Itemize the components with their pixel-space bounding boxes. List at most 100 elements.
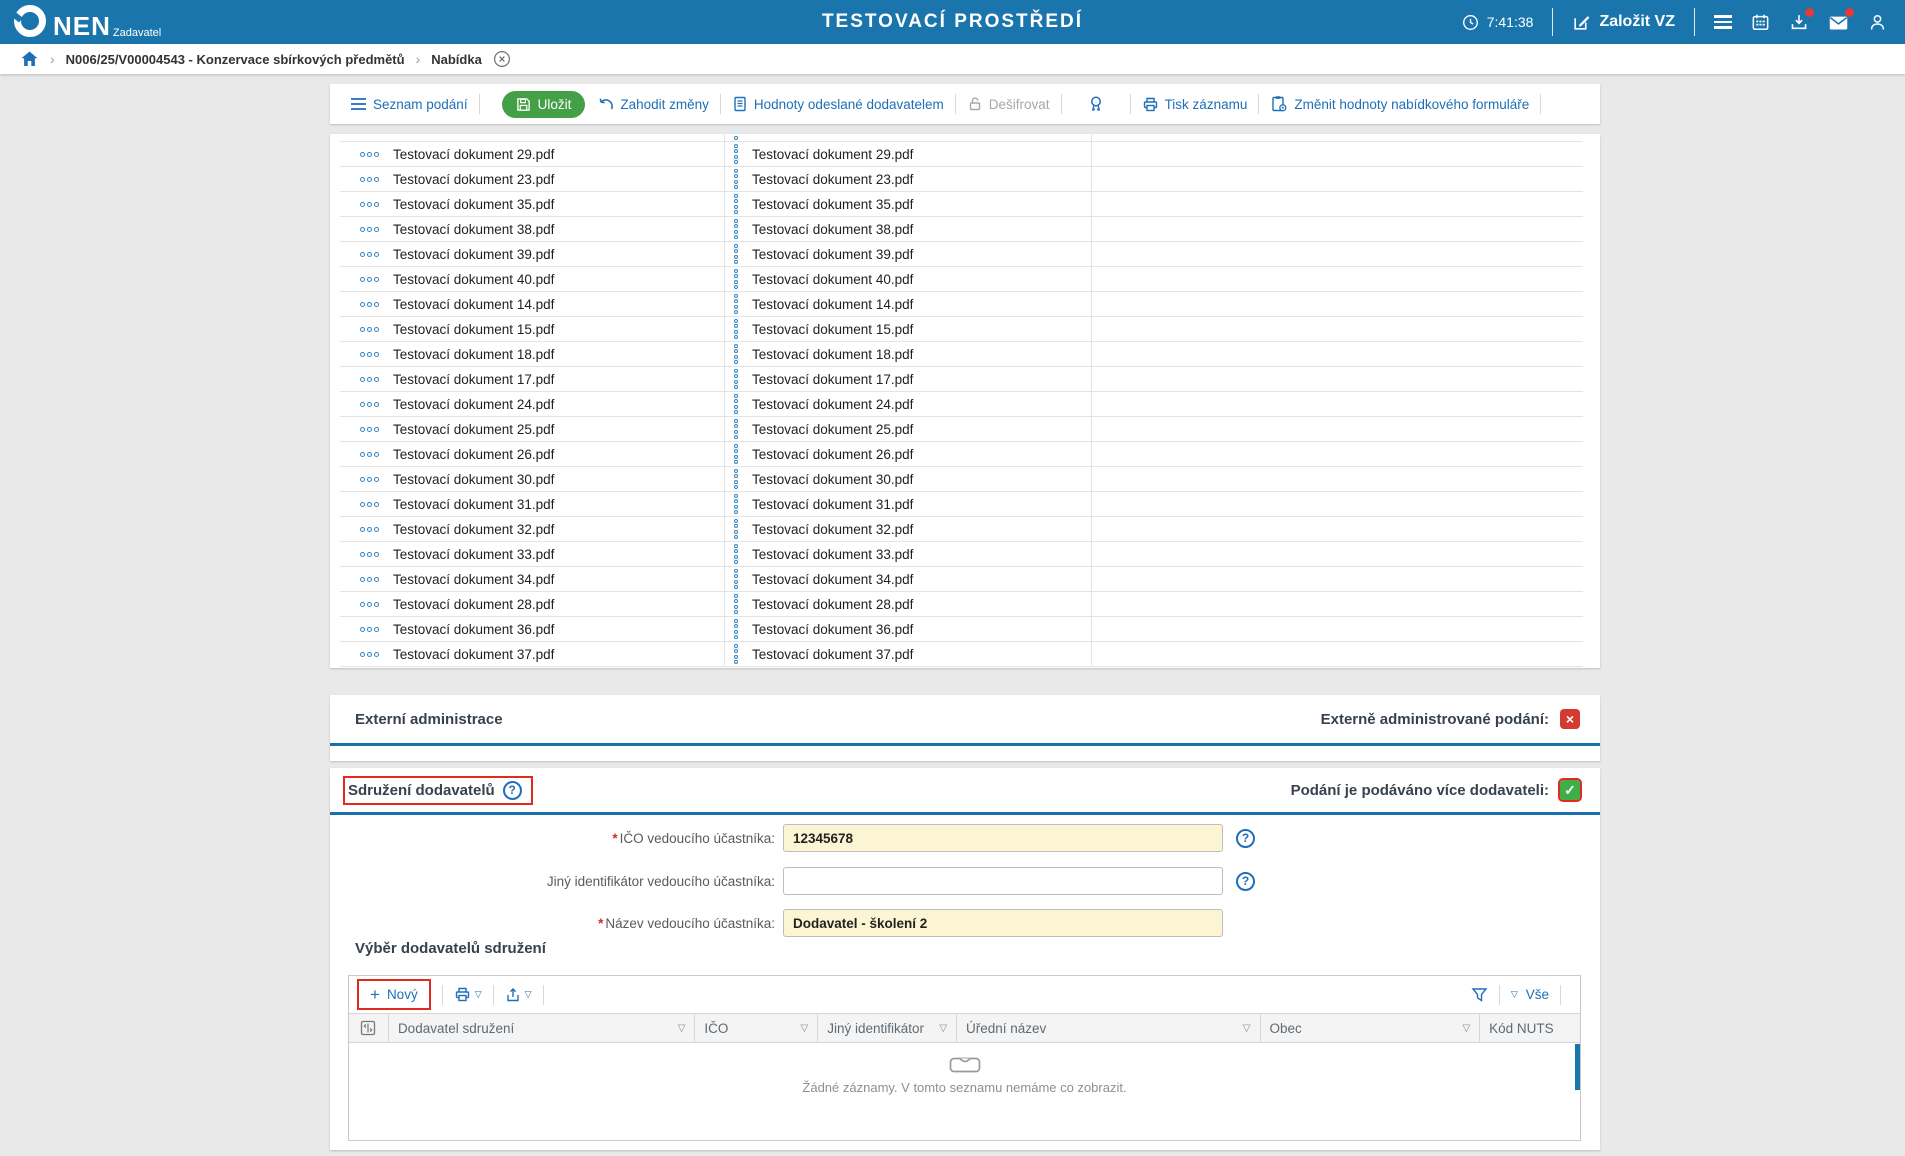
user-profile-button[interactable] [1868,13,1887,32]
drag-handle-icon[interactable] [734,394,738,415]
row-menu-icon[interactable] [360,452,379,457]
row-menu-icon[interactable] [360,577,379,582]
drag-handle-icon[interactable] [734,344,738,365]
column-header[interactable]: Dodavatel sdružení▽ [389,1014,695,1042]
drag-handle-icon[interactable] [734,244,738,265]
column-header[interactable]: Jiný identifikátor▽ [818,1014,957,1042]
column-header[interactable]: Obec▽ [1261,1014,1481,1042]
row-menu-icon[interactable] [360,252,379,257]
document-row[interactable]: Testovací dokument 34.pdfTestovací dokum… [340,567,1583,592]
change-form-values-button[interactable]: Změnit hodnoty nabídkového formuláře [1270,95,1529,113]
save-button[interactable]: Uložit [502,91,586,118]
messages-button[interactable] [1828,13,1849,32]
document-row[interactable]: Testovací dokument 17.pdfTestovací dokum… [340,367,1583,392]
document-row[interactable]: Testovací dokument 29.pdfTestovací dokum… [340,142,1583,167]
column-header[interactable]: Kód NUTS [1480,1014,1580,1042]
sort-triangle-icon[interactable]: ▽ [939,1023,947,1034]
filter-icon[interactable] [1471,987,1488,1003]
breadcrumb-item-nabidka[interactable]: Nabídka [431,52,482,67]
drag-handle-icon[interactable] [734,219,738,240]
document-row[interactable]: Testovací dokument 32.pdfTestovací dokum… [340,517,1583,542]
nen-brand[interactable]: NEN Zadavatel [14,5,161,39]
row-menu-icon[interactable] [360,552,379,557]
breadcrumb-close-icon[interactable] [493,50,511,68]
document-row[interactable]: Testovací dokument 25.pdfTestovací dokum… [340,417,1583,442]
document-row[interactable]: Testovací dokument 23.pdfTestovací dokum… [340,167,1583,192]
row-menu-icon[interactable] [360,602,379,607]
row-menu-icon[interactable] [360,502,379,507]
drag-handle-icon[interactable] [734,194,738,215]
document-row[interactable]: Testovací dokument 38.pdfTestovací dokum… [340,217,1583,242]
row-menu-icon[interactable] [360,302,379,307]
print-record-button[interactable]: Tisk záznamu [1142,96,1248,113]
help-icon[interactable]: ? [503,781,522,800]
column-header[interactable]: IČO▽ [695,1014,818,1042]
dropdown-triangle-icon[interactable]: ▽ [1511,989,1518,1000]
document-row[interactable]: Testovací dokument 15.pdfTestovací dokum… [340,317,1583,342]
document-row[interactable]: Testovací dokument 31.pdfTestovací dokum… [340,492,1583,517]
ext-admin-checkbox-false[interactable]: × [1560,709,1580,729]
drag-handle-icon[interactable] [734,644,738,665]
sort-triangle-icon[interactable]: ▽ [678,1023,686,1034]
help-icon[interactable]: ? [1236,829,1255,848]
document-row[interactable]: Testovací dokument 18.pdfTestovací dokum… [340,342,1583,367]
new-button[interactable]: + Nový [357,979,431,1010]
drag-handle-icon[interactable] [734,469,738,490]
discard-changes-button[interactable]: Zahodit změny [596,97,709,112]
document-row[interactable]: Testovací dokument 37.pdfTestovací dokum… [340,642,1583,667]
create-vz-button[interactable]: Založit VZ [1572,13,1675,32]
sort-triangle-icon[interactable]: ▽ [801,1023,809,1034]
vertical-scrollbar[interactable] [1575,1044,1580,1090]
drag-handle-icon[interactable] [734,319,738,340]
row-menu-icon[interactable] [360,352,379,357]
drag-handle-icon[interactable] [734,494,738,515]
row-menu-icon[interactable] [360,227,379,232]
document-row-partial[interactable]: Testovací dokument Testovací dokument [340,134,1583,142]
drag-handle-icon[interactable] [734,444,738,465]
drag-handle-icon[interactable] [734,544,738,565]
row-menu-icon[interactable] [360,527,379,532]
row-menu-icon[interactable] [360,627,379,632]
sort-triangle-icon[interactable]: ▽ [1243,1023,1251,1034]
main-menu-button[interactable] [1714,15,1732,29]
row-menu-icon[interactable] [360,477,379,482]
leader-name-input[interactable] [783,909,1223,937]
drag-handle-icon[interactable] [734,619,738,640]
row-menu-icon[interactable] [360,277,379,282]
home-icon[interactable] [20,50,39,68]
document-row[interactable]: Testovací dokument 14.pdfTestovací dokum… [340,292,1583,317]
other-identifier-input[interactable] [783,867,1223,895]
row-menu-icon[interactable] [360,327,379,332]
downloads-button[interactable] [1789,13,1809,32]
drag-handle-icon[interactable] [734,269,738,290]
document-row[interactable]: Testovací dokument 24.pdfTestovací dokum… [340,392,1583,417]
document-row[interactable]: Testovací dokument 33.pdfTestovací dokum… [340,542,1583,567]
drag-handle-icon[interactable] [734,419,738,440]
document-row[interactable]: Testovací dokument 28.pdfTestovací dokum… [340,592,1583,617]
decrypt-button[interactable]: Dešifrovat [967,96,1050,112]
document-row[interactable]: Testovací dokument 30.pdfTestovací dokum… [340,467,1583,492]
breadcrumb-item-contract[interactable]: N006/25/V00004543 - Konzervace sbírkovýc… [66,52,405,67]
export-button[interactable]: ▽ [505,987,532,1003]
row-menu-icon[interactable] [360,402,379,407]
document-row[interactable]: Testovací dokument 35.pdfTestovací dokum… [340,192,1583,217]
row-menu-icon[interactable] [360,377,379,382]
document-row[interactable]: Testovací dokument 36.pdfTestovací dokum… [340,617,1583,642]
row-menu-icon[interactable] [360,152,379,157]
drag-handle-icon[interactable] [734,144,738,165]
document-row[interactable]: Testovací dokument 40.pdfTestovací dokum… [340,267,1583,292]
drag-handle-icon[interactable] [734,569,738,590]
seznam-podani-button[interactable]: Seznam podání [350,97,468,112]
supplier-values-button[interactable]: Hodnoty odeslané dodavatelem [732,96,944,112]
drag-handle-icon[interactable] [734,369,738,390]
row-menu-icon[interactable] [360,202,379,207]
drag-handle-icon[interactable] [734,519,738,540]
column-chooser-icon[interactable] [349,1014,389,1042]
drag-handle-icon[interactable] [734,294,738,315]
multiple-suppliers-checkbox-true[interactable]: ✓ [1560,780,1580,800]
drag-handle-icon[interactable] [734,594,738,615]
row-menu-icon[interactable] [360,427,379,432]
row-menu-icon[interactable] [360,652,379,657]
print-list-button[interactable]: ▽ [454,986,482,1003]
document-row[interactable]: Testovací dokument 39.pdfTestovací dokum… [340,242,1583,267]
